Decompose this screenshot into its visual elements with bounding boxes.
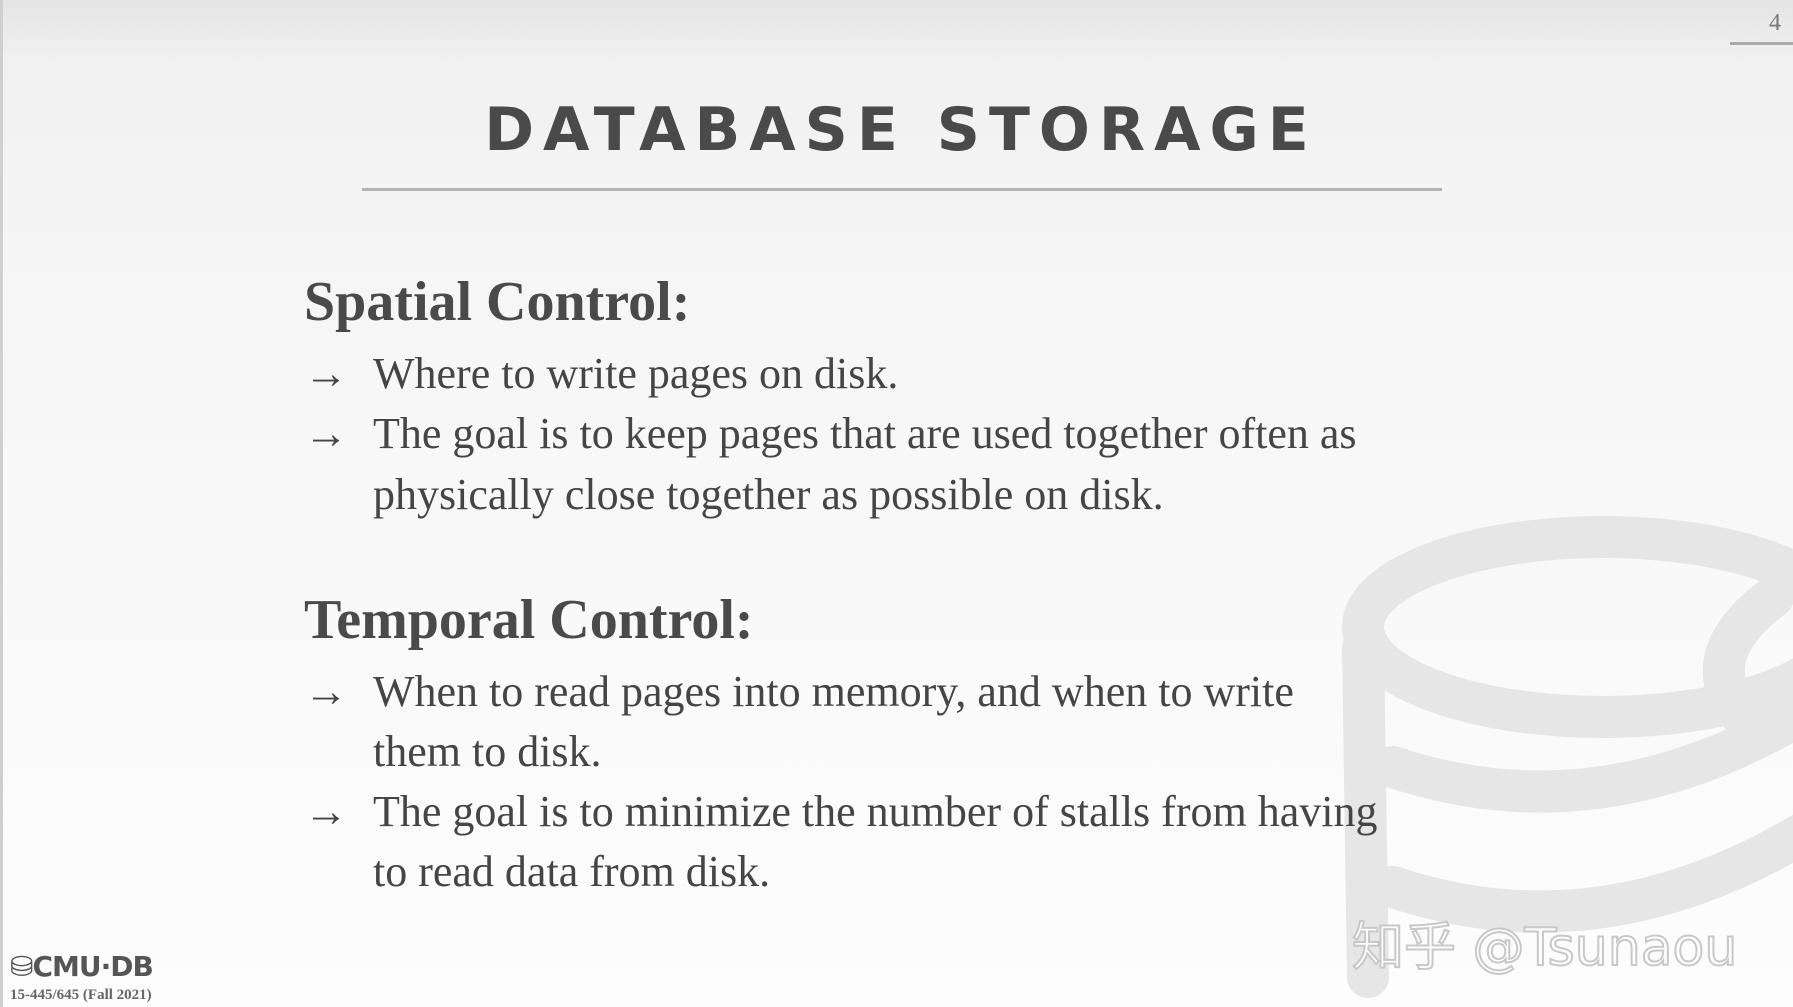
section-heading-temporal: Temporal Control:	[304, 589, 754, 651]
bullet-text: The goal is to minimize the number of st…	[373, 787, 1378, 836]
page-number-underline	[1730, 42, 1793, 45]
bullet-text: When to read pages into memory, and when…	[373, 667, 1294, 716]
section-heading-spatial: Spatial Control:	[304, 271, 691, 333]
bullet-text: The goal is to keep pages that are used …	[373, 409, 1357, 458]
cmu-db-logo: ⛁CMU·DB	[10, 950, 154, 983]
bullet-text-continued: physically close together as possible on…	[373, 470, 1164, 519]
bullet-text-continued: them to disk.	[373, 727, 602, 776]
slide-title: DATABASE STORAGE	[484, 95, 1318, 165]
arrow-icon: →	[304, 787, 348, 836]
page-number: 4	[1769, 10, 1781, 36]
course-label: 15-445/645 (Fall 2021)	[10, 987, 152, 1003]
brand-text: CMU·DB	[32, 950, 153, 983]
watermark: 知乎 @Tsunaou	[1351, 917, 1738, 979]
arrow-icon: →	[304, 409, 348, 458]
arrow-icon: →	[304, 349, 348, 398]
arrow-icon: →	[304, 667, 348, 716]
bullet-text-continued: to read data from disk.	[373, 847, 771, 896]
bullet-text: Where to write pages on disk.	[373, 349, 899, 398]
title-underline	[362, 188, 1442, 191]
database-icon: ⛁	[10, 950, 33, 983]
